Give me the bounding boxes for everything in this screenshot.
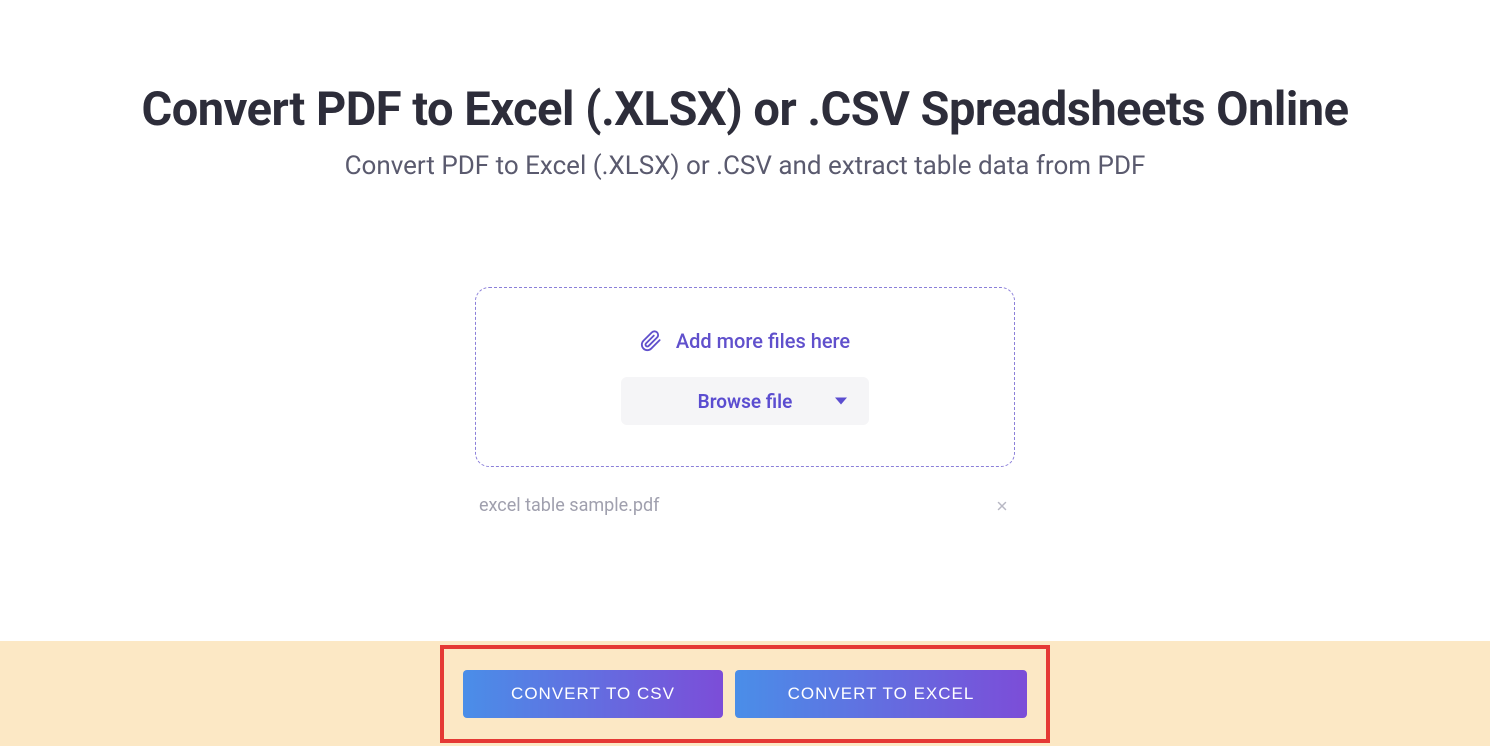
page-title: Convert PDF to Excel (.XLSX) or .CSV Spr… (0, 82, 1490, 137)
add-files-label: Add more files here (676, 329, 850, 353)
file-dropzone[interactable]: Add more files here Browse file (475, 287, 1015, 467)
file-row: excel table sample.pdf (475, 495, 1015, 516)
convert-to-csv-button[interactable]: CONVERT TO CSV (463, 670, 723, 718)
remove-file-button[interactable] (993, 497, 1011, 515)
file-list: excel table sample.pdf (0, 495, 1490, 516)
page-subtitle: Convert PDF to Excel (.XLSX) or .CSV and… (0, 151, 1490, 181)
file-name: excel table sample.pdf (479, 495, 659, 516)
header-section: Convert PDF to Excel (.XLSX) or .CSV Spr… (0, 0, 1490, 181)
convert-to-excel-button[interactable]: CONVERT TO EXCEL (735, 670, 1027, 718)
paperclip-icon (640, 330, 662, 352)
action-bar: CONVERT TO CSV CONVERT TO EXCEL (0, 641, 1490, 746)
add-files-row: Add more files here (640, 329, 850, 353)
browse-file-label: Browse file (698, 390, 793, 413)
browse-file-dropdown[interactable]: Browse file (621, 377, 869, 425)
dropzone-wrapper: Add more files here Browse file (0, 287, 1490, 467)
highlight-box: CONVERT TO CSV CONVERT TO EXCEL (440, 645, 1050, 743)
chevron-down-icon (835, 398, 847, 405)
